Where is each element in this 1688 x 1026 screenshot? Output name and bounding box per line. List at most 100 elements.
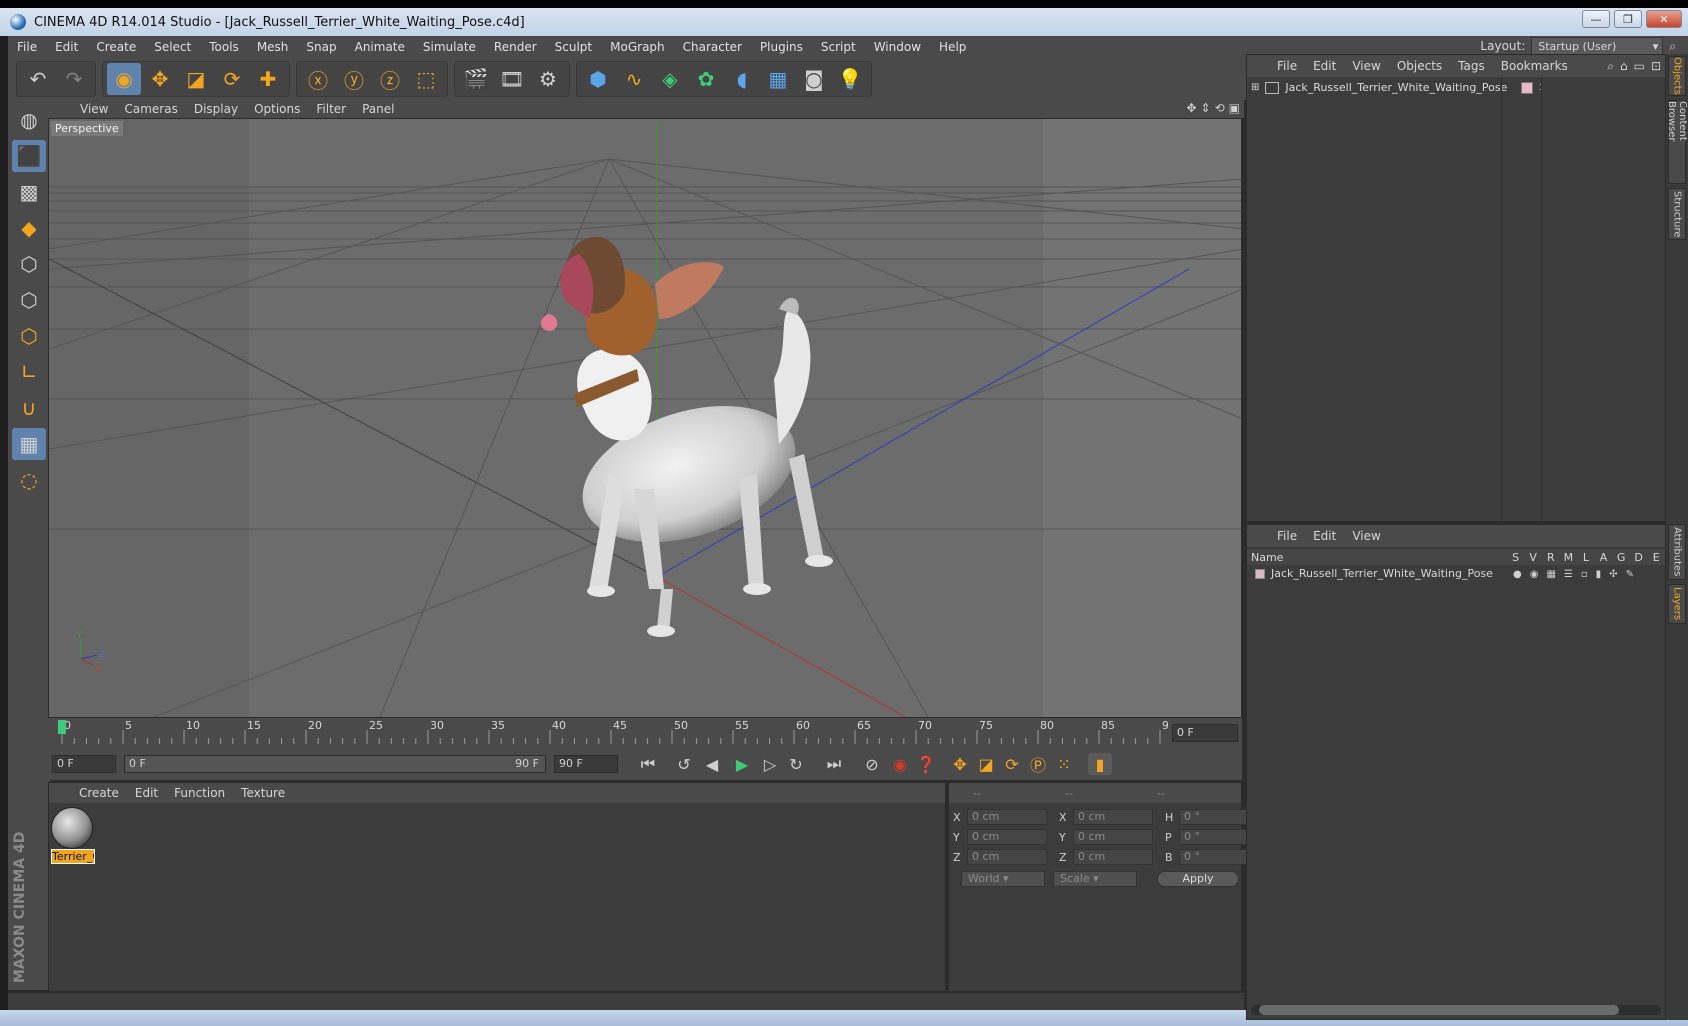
key-pla-icon[interactable]: ⁙ bbox=[1052, 753, 1076, 775]
column-manager[interactable]: M bbox=[1560, 551, 1578, 564]
rotation-p-field[interactable]: 0 ° bbox=[1179, 829, 1251, 845]
minus-icon[interactable]: ▭ bbox=[1634, 59, 1645, 74]
deformer-icon[interactable]: ◖ bbox=[725, 63, 759, 95]
material-swatch[interactable]: Terrier_C bbox=[51, 807, 95, 867]
size-mode-dropdown[interactable]: Scale ▾ bbox=[1053, 871, 1137, 887]
x-axis-icon[interactable]: ⓧ bbox=[301, 63, 335, 95]
model-mode-icon[interactable]: ⬛ bbox=[12, 140, 46, 172]
floor-icon[interactable]: ▦ bbox=[761, 63, 795, 95]
minimize-button[interactable]: — bbox=[1582, 10, 1610, 28]
viewport-menu-view[interactable]: View bbox=[72, 102, 116, 116]
texture-mode-icon[interactable]: ▩ bbox=[12, 176, 46, 208]
animation-icon[interactable]: ▮ bbox=[1596, 569, 1602, 580]
size-z-field[interactable]: 0 cm bbox=[1073, 849, 1153, 865]
cube-icon[interactable]: ⬢ bbox=[581, 63, 615, 95]
redo-icon[interactable]: ↷ bbox=[57, 63, 91, 95]
layer-color-swatch[interactable] bbox=[1255, 568, 1265, 579]
previous-key-icon[interactable]: ↺ bbox=[672, 753, 696, 775]
spline-icon[interactable]: ∿ bbox=[617, 63, 651, 95]
menu-script[interactable]: Script bbox=[812, 40, 865, 54]
timeline-window-icon[interactable]: ▮ bbox=[1088, 753, 1112, 775]
axis-mode-icon[interactable]: ∟ bbox=[12, 356, 46, 388]
objects-menu-bookmarks[interactable]: Bookmarks bbox=[1493, 59, 1576, 73]
perspective-viewport[interactable]: Y Z X Perspective bbox=[48, 118, 1242, 718]
horizontal-scrollbar[interactable] bbox=[1251, 1005, 1661, 1015]
objects-menu-tags[interactable]: Tags bbox=[1450, 59, 1493, 73]
search-icon[interactable]: ⌕ bbox=[1669, 39, 1676, 54]
objects-menu-view[interactable]: View bbox=[1344, 59, 1388, 73]
menu-snap[interactable]: Snap bbox=[297, 40, 345, 54]
layer-tag-icon[interactable] bbox=[1521, 81, 1534, 94]
playhead[interactable] bbox=[58, 720, 66, 734]
render-picture-viewer-icon[interactable]: 🎞 bbox=[495, 63, 529, 95]
menu-file[interactable]: File bbox=[8, 40, 46, 54]
record-keys-icon[interactable]: ⊘ bbox=[860, 753, 884, 775]
play-icon[interactable]: ▶ bbox=[730, 753, 754, 775]
menu-sculpt[interactable]: Sculpt bbox=[546, 40, 601, 54]
recent-tool-icon[interactable]: ✚ bbox=[251, 63, 285, 95]
menu-help[interactable]: Help bbox=[930, 40, 975, 54]
layer-row[interactable]: Jack_Russell_Terrier_White_Waiting_Pose bbox=[1255, 567, 1493, 580]
object-row[interactable]: ⊞ Jack_Russell_Terrier_White_Waiting_Pos… bbox=[1251, 81, 1542, 94]
points-mode-icon[interactable]: ⬡ bbox=[12, 248, 46, 280]
live-selection-icon[interactable]: ◉ bbox=[107, 63, 141, 95]
workplane-lock-icon[interactable]: ▦ bbox=[12, 428, 46, 460]
layers-menu-view[interactable]: View bbox=[1344, 529, 1388, 543]
viewport-menu-panel[interactable]: Panel bbox=[354, 102, 402, 116]
objects-menu-file[interactable]: File bbox=[1269, 59, 1305, 73]
tab-attributes[interactable]: Attributes bbox=[1668, 524, 1686, 580]
position-z-field[interactable]: 0 cm bbox=[967, 849, 1047, 865]
new-window-icon[interactable]: ⊡ bbox=[1651, 59, 1661, 74]
tab-objects[interactable]: Objects bbox=[1668, 56, 1686, 96]
column-locked[interactable]: L bbox=[1577, 551, 1595, 564]
material-menu-edit[interactable]: Edit bbox=[127, 786, 166, 800]
render-view-icon[interactable]: 🎬 bbox=[459, 63, 493, 95]
menu-mesh[interactable]: Mesh bbox=[248, 40, 298, 54]
layout-dropdown[interactable]: Startup (User) ▾ bbox=[1531, 37, 1664, 55]
column-solo[interactable]: S bbox=[1507, 551, 1525, 564]
viewport-menu-cameras[interactable]: Cameras bbox=[116, 102, 185, 116]
close-button[interactable]: ✕ bbox=[1646, 10, 1682, 28]
tab-content-browser[interactable]: Content Browser bbox=[1666, 100, 1688, 184]
workplane-mode-icon[interactable]: ◆ bbox=[12, 212, 46, 244]
menu-select[interactable]: Select bbox=[145, 40, 200, 54]
position-y-field[interactable]: 0 cm bbox=[967, 829, 1047, 845]
nurbs-icon[interactable]: ◈ bbox=[653, 63, 687, 95]
coordinate-system-icon[interactable]: ⬚ bbox=[409, 63, 443, 95]
tab-layers[interactable]: Layers bbox=[1668, 584, 1686, 624]
current-frame-field[interactable]: 0 F bbox=[1172, 724, 1238, 742]
manager-icon[interactable]: ☰ bbox=[1564, 569, 1573, 580]
autokey-icon[interactable]: ◉ bbox=[888, 753, 912, 775]
layers-menu-edit[interactable]: Edit bbox=[1305, 529, 1344, 543]
viewport-camera-label[interactable]: Perspective bbox=[51, 121, 123, 136]
menu-plugins[interactable]: Plugins bbox=[751, 40, 812, 54]
menu-window[interactable]: Window bbox=[865, 40, 930, 54]
z-axis-icon[interactable]: ⓩ bbox=[373, 63, 407, 95]
column-name[interactable]: Name bbox=[1247, 551, 1507, 564]
home-icon[interactable]: ⌂ bbox=[1620, 59, 1628, 74]
material-menu-create[interactable]: Create bbox=[71, 786, 127, 800]
eye-icon[interactable]: ◉ bbox=[1530, 569, 1539, 580]
goto-start-icon[interactable]: ⏮ bbox=[636, 753, 660, 775]
viewport-menu-display[interactable]: Display bbox=[186, 102, 246, 116]
layers-menu-file[interactable]: File bbox=[1269, 529, 1305, 543]
next-key-icon[interactable]: ↻ bbox=[784, 753, 808, 775]
edges-mode-icon[interactable]: ⬡ bbox=[12, 284, 46, 316]
deformer-icon[interactable]: ✎ bbox=[1626, 569, 1634, 580]
column-render[interactable]: R bbox=[1542, 551, 1560, 564]
polygons-mode-icon[interactable]: ⬡ bbox=[12, 320, 46, 352]
viewport-menu-filter[interactable]: Filter bbox=[308, 102, 354, 116]
column-view[interactable]: V bbox=[1524, 551, 1542, 564]
object-name[interactable]: Jack_Russell_Terrier_White_Waiting_Pose bbox=[1285, 81, 1507, 94]
move-icon[interactable]: ✥ bbox=[143, 63, 177, 95]
magnet-icon[interactable]: ∪ bbox=[12, 392, 46, 424]
generator-icon[interactable]: ✣ bbox=[1609, 569, 1617, 580]
goto-end-icon[interactable]: ⏭ bbox=[822, 753, 846, 775]
array-icon[interactable]: ✿ bbox=[689, 63, 723, 95]
objects-menu-edit[interactable]: Edit bbox=[1305, 59, 1344, 73]
end-frame-field[interactable]: 90 F bbox=[554, 755, 618, 773]
rotation-h-field[interactable]: 0 ° bbox=[1179, 809, 1251, 825]
menu-tools[interactable]: Tools bbox=[200, 40, 248, 54]
solo-dot-icon[interactable]: ● bbox=[1513, 569, 1522, 580]
menu-simulate[interactable]: Simulate bbox=[414, 40, 485, 54]
